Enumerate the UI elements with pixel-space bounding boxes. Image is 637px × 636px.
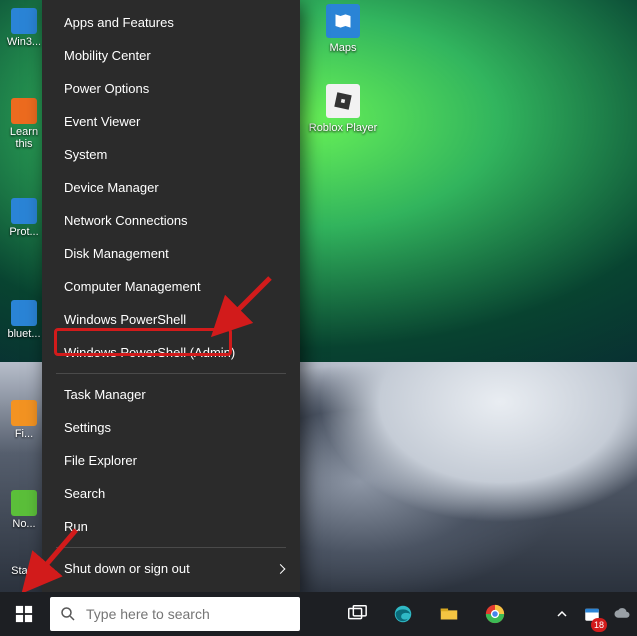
menu-item-file-explorer[interactable]: File Explorer (42, 444, 300, 477)
menu-item-label: Search (64, 486, 105, 501)
menu-item-label: Computer Management (64, 279, 201, 294)
folder-icon (438, 603, 460, 625)
menu-item-windows-powershell-admin[interactable]: Windows PowerShell (Admin) (42, 336, 300, 369)
task-view-icon (346, 603, 368, 625)
taskbar-search[interactable] (50, 597, 300, 631)
taskbar-app-edge[interactable] (380, 592, 426, 636)
desktop-icon-label: Roblox Player (308, 122, 378, 134)
menu-item-mobility-center[interactable]: Mobility Center (42, 39, 300, 72)
desktop-icon-partial[interactable]: Learn this (2, 98, 46, 150)
search-icon (50, 605, 86, 623)
menu-item-label: Device Manager (64, 180, 159, 195)
menu-item-label: Event Viewer (64, 114, 140, 129)
menu-item-label: Mobility Center (64, 48, 151, 63)
menu-separator (56, 373, 286, 374)
menu-item-label: Windows PowerShell (Admin) (64, 345, 235, 360)
desktop-icon-label: Maps (308, 42, 378, 54)
desktop-icon-roblox-player[interactable]: Roblox Player (308, 84, 378, 134)
menu-item-label: File Explorer (64, 453, 137, 468)
taskbar-app-chrome[interactable] (472, 592, 518, 636)
menu-item-event-viewer[interactable]: Event Viewer (42, 105, 300, 138)
cloud-icon (613, 605, 631, 623)
menu-item-label: Power Options (64, 81, 149, 96)
badge-count: 18 (591, 618, 607, 632)
desktop-icon-partial[interactable]: Prot... (2, 198, 46, 238)
tray-onedrive[interactable] (607, 592, 637, 636)
menu-item-label: Task Manager (64, 387, 146, 402)
menu-item-settings[interactable]: Settings (42, 411, 300, 444)
menu-item-shut-down-or-sign-out[interactable]: Shut down or sign out (42, 552, 300, 585)
taskbar-app-file-explorer[interactable] (426, 592, 472, 636)
menu-item-label: Shut down or sign out (64, 561, 190, 576)
start-button[interactable] (0, 592, 48, 636)
menu-item-label: System (64, 147, 107, 162)
roblox-icon (326, 84, 360, 118)
tray-overflow[interactable] (547, 592, 577, 636)
task-view-button[interactable] (334, 592, 380, 636)
menu-item-disk-management[interactable]: Disk Management (42, 237, 300, 270)
menu-item-computer-management[interactable]: Computer Management (42, 270, 300, 303)
menu-item-network-connections[interactable]: Network Connections (42, 204, 300, 237)
menu-item-label: Settings (64, 420, 111, 435)
menu-item-system[interactable]: System (42, 138, 300, 171)
search-input[interactable] (86, 597, 300, 631)
menu-item-label: Disk Management (64, 246, 169, 261)
menu-item-power-options[interactable]: Power Options (42, 72, 300, 105)
menu-item-search[interactable]: Search (42, 477, 300, 510)
chevron-up-icon (556, 608, 568, 620)
menu-item-apps-and-features[interactable]: Apps and Features (42, 6, 300, 39)
desktop-icon-partial[interactable]: Win3... (2, 8, 46, 48)
maps-icon (326, 4, 360, 38)
menu-item-task-manager[interactable]: Task Manager (42, 378, 300, 411)
desktop-icon-maps[interactable]: Maps (308, 4, 378, 54)
desktop-icon-partial[interactable]: Fi... (2, 400, 46, 440)
desktop-icon-partial[interactable]: Sta... (2, 565, 46, 577)
menu-item-label: Apps and Features (64, 15, 174, 30)
windows-logo-icon (15, 605, 33, 623)
menu-item-label: Windows PowerShell (64, 312, 186, 327)
menu-item-windows-powershell[interactable]: Windows PowerShell (42, 303, 300, 336)
desktop-icon-partial[interactable]: bluet... (2, 300, 46, 340)
menu-item-device-manager[interactable]: Device Manager (42, 171, 300, 204)
desktop-icon-partial[interactable]: No... (2, 490, 46, 530)
chrome-icon (484, 603, 506, 625)
menu-item-label: Network Connections (64, 213, 188, 228)
taskbar: 18 (0, 592, 637, 636)
menu-separator (56, 547, 286, 548)
menu-item-label: Run (64, 519, 88, 534)
tray-calendar[interactable]: 18 (577, 592, 607, 636)
winx-menu: Apps and Features Mobility Center Power Op… (42, 0, 300, 592)
edge-icon (392, 603, 414, 625)
menu-item-run[interactable]: Run (42, 510, 300, 543)
